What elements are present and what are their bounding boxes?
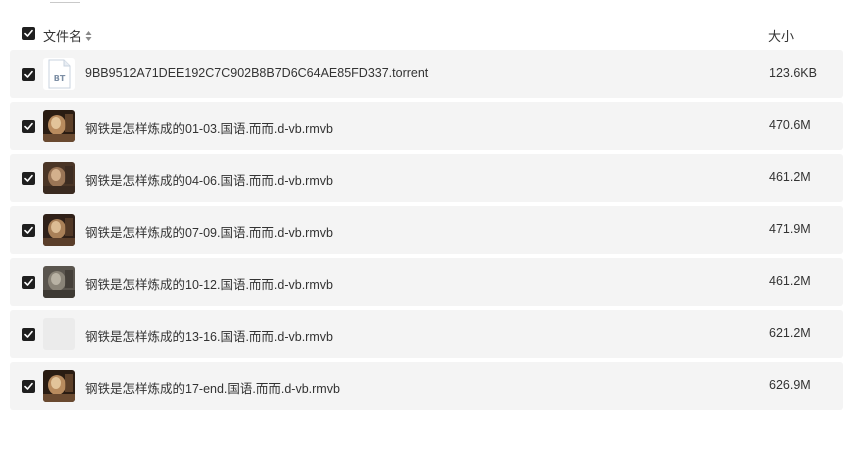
select-all-checkbox[interactable] xyxy=(22,27,35,40)
file-size: 626.9M xyxy=(769,378,811,392)
file-list-header: 文件名 大小 xyxy=(10,22,843,46)
file-row[interactable]: 钢铁是怎样炼成的07-09.国语.而而.d-vb.rmvb 471.9M xyxy=(10,206,843,254)
file-name[interactable]: 钢铁是怎样炼成的10-12.国语.而而.d-vb.rmvb xyxy=(85,274,333,293)
file-row[interactable]: 钢铁是怎样炼成的04-06.国语.而而.d-vb.rmvb 461.2M xyxy=(10,154,843,202)
blank-thumbnail xyxy=(43,318,75,350)
file-checkbox[interactable] xyxy=(22,68,35,81)
file-thumbnail: BT xyxy=(43,58,75,90)
file-name[interactable]: 9BB9512A71DEE192C7C902B8B7D6C64AE85FD337… xyxy=(85,66,428,80)
file-size: 123.6KB xyxy=(769,66,817,80)
video-thumbnail xyxy=(43,266,75,298)
file-name[interactable]: 钢铁是怎样炼成的17-end.国语.而而.d-vb.rmvb xyxy=(85,378,340,397)
file-row[interactable]: 钢铁是怎样炼成的17-end.国语.而而.d-vb.rmvb 626.9M xyxy=(10,362,843,410)
file-size: 470.6M xyxy=(769,118,811,132)
file-thumbnail xyxy=(43,110,75,142)
video-thumbnail xyxy=(43,370,75,402)
sort-icon[interactable] xyxy=(85,30,92,42)
file-thumbnail xyxy=(43,214,75,246)
check-icon xyxy=(24,122,33,130)
column-header-name-label: 文件名 xyxy=(43,29,83,44)
file-row[interactable]: 钢铁是怎样炼成的13-16.国语.而而.d-vb.rmvb 621.2M xyxy=(10,310,843,358)
file-checkbox[interactable] xyxy=(22,328,35,341)
check-icon xyxy=(24,382,33,390)
file-name[interactable]: 钢铁是怎样炼成的04-06.国语.而而.d-vb.rmvb xyxy=(85,170,333,189)
check-icon xyxy=(24,278,33,286)
file-checkbox[interactable] xyxy=(22,380,35,393)
check-icon xyxy=(24,70,33,78)
file-size: 621.2M xyxy=(769,326,811,340)
file-row[interactable]: BT 9BB9512A71DEE192C7C902B8B7D6C64AE85FD3… xyxy=(10,50,843,98)
file-row[interactable]: 钢铁是怎样炼成的10-12.国语.而而.d-vb.rmvb 461.2M xyxy=(10,258,843,306)
column-header-name[interactable]: 文件名 xyxy=(43,26,92,45)
file-checkbox[interactable] xyxy=(22,224,35,237)
file-name[interactable]: 钢铁是怎样炼成的13-16.国语.而而.d-vb.rmvb xyxy=(85,326,333,345)
check-icon xyxy=(24,29,33,37)
file-checkbox[interactable] xyxy=(22,276,35,289)
scrolled-off-divider xyxy=(50,0,80,3)
file-list-page: 文件名 大小 BT 9BB9512A71DEE192C7C902B8B7D6C64… xyxy=(0,0,843,451)
file-size: 461.2M xyxy=(769,170,811,184)
video-thumbnail xyxy=(43,214,75,246)
bt-file-icon: BT xyxy=(43,58,75,90)
file-checkbox[interactable] xyxy=(22,172,35,185)
check-icon xyxy=(24,174,33,182)
check-icon xyxy=(24,226,33,234)
svg-text:BT: BT xyxy=(54,74,66,83)
file-thumbnail xyxy=(43,318,75,350)
file-thumbnail xyxy=(43,162,75,194)
video-thumbnail xyxy=(43,162,75,194)
file-checkbox[interactable] xyxy=(22,120,35,133)
file-size: 461.2M xyxy=(769,274,811,288)
file-size: 471.9M xyxy=(769,222,811,236)
check-icon xyxy=(24,330,33,338)
column-header-size[interactable]: 大小 xyxy=(768,26,794,45)
file-name[interactable]: 钢铁是怎样炼成的01-03.国语.而而.d-vb.rmvb xyxy=(85,118,333,137)
file-name[interactable]: 钢铁是怎样炼成的07-09.国语.而而.d-vb.rmvb xyxy=(85,222,333,241)
file-list: BT 9BB9512A71DEE192C7C902B8B7D6C64AE85FD3… xyxy=(10,50,843,414)
video-thumbnail xyxy=(43,110,75,142)
file-thumbnail xyxy=(43,370,75,402)
file-row[interactable]: 钢铁是怎样炼成的01-03.国语.而而.d-vb.rmvb 470.6M xyxy=(10,102,843,150)
file-thumbnail xyxy=(43,266,75,298)
